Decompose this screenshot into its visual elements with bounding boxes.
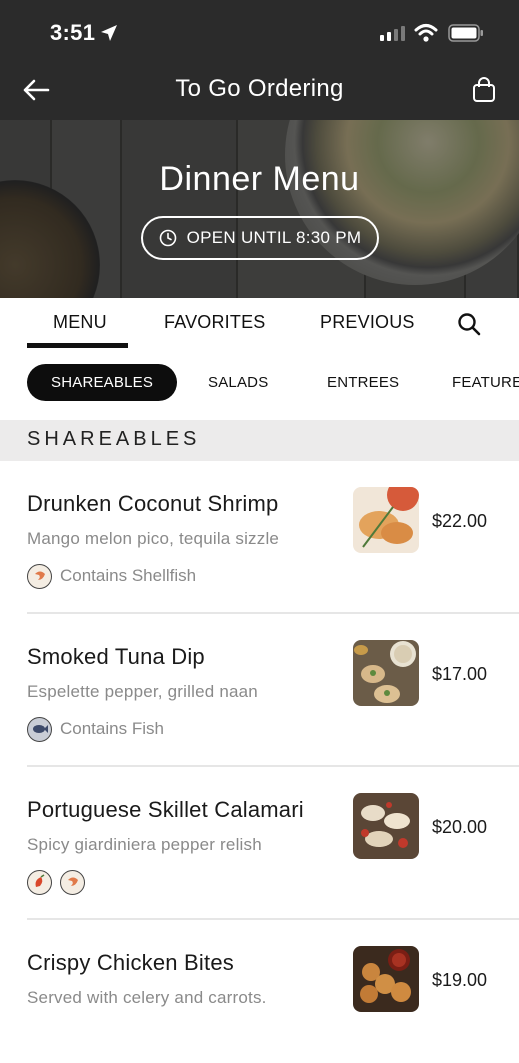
status-time: 3:51	[50, 20, 96, 45]
menu-item[interactable]: Drunken Coconut Shrimp Mango melon pico,…	[0, 461, 519, 614]
tab-menu[interactable]: MENU	[53, 312, 107, 333]
item-description: Spicy giardiniera pepper relish	[27, 835, 262, 854]
item-description: Served with celery and carrots.	[27, 988, 267, 1007]
tab-previous[interactable]: PREVIOUS	[320, 312, 415, 333]
search-icon	[458, 313, 481, 336]
location-arrow-icon	[101, 25, 117, 41]
back-button[interactable]	[18, 72, 54, 108]
item-name: Portuguese Skillet Calamari	[27, 797, 304, 822]
shrimp-icon	[60, 869, 85, 895]
allergen-info: Contains Shellfish	[27, 563, 196, 589]
section-header: SHAREABLES	[0, 420, 519, 461]
fish-icon	[27, 716, 52, 742]
allergen-label: Contains Fish	[60, 719, 164, 738]
search-button[interactable]	[455, 310, 483, 338]
item-description: Mango melon pico, tequila sizzle	[27, 529, 280, 548]
tab-favorites[interactable]: FAVORITES	[164, 312, 266, 333]
category-chip-entrees[interactable]: ENTREES	[327, 364, 399, 401]
menu-title: Dinner Menu	[159, 160, 360, 198]
allergen-label: Contains Shellfish	[60, 566, 197, 585]
cellular-signal-icon	[380, 25, 405, 41]
category-chip-salads[interactable]: SALADS	[208, 364, 268, 401]
item-price: $17.00	[432, 664, 488, 684]
item-name: Smoked Tuna Dip	[27, 644, 205, 669]
shrimp-icon	[27, 563, 52, 589]
item-price: $22.00	[432, 511, 488, 531]
menu-item[interactable]: Smoked Tuna Dip Espelette pepper, grille…	[0, 614, 519, 767]
item-name: Crispy Chicken Bites	[27, 950, 234, 975]
pepper-icon	[27, 869, 52, 895]
menu-item[interactable]: Portuguese Skillet Calamari Spicy giardi…	[0, 767, 519, 920]
item-name: Drunken Coconut Shrimp	[27, 491, 279, 516]
active-tab-indicator	[27, 343, 128, 348]
hours-text: OPEN UNTIL 8:30 PM	[186, 228, 362, 247]
wifi-icon	[414, 24, 438, 42]
item-photo	[353, 640, 419, 706]
item-price: $20.00	[432, 817, 488, 837]
hero-banner: Dinner Menu OPEN UNTIL 8:30 PM	[0, 120, 519, 298]
item-photo	[353, 487, 419, 553]
hours-badge: OPEN UNTIL 8:30 PM	[141, 216, 379, 260]
category-bar: SHAREABLES SALADS ENTREES FEATURE	[0, 352, 519, 420]
item-photo	[353, 946, 419, 1012]
allergen-info	[27, 869, 85, 895]
allergen-info: Contains Fish	[27, 716, 164, 742]
top-bar: 3:51 To Go Ordering	[0, 0, 519, 120]
item-photo	[353, 793, 419, 859]
clock-icon	[159, 229, 176, 247]
page-title: To Go Ordering	[175, 75, 344, 102]
menu-item[interactable]: Crispy Chicken Bites Served with celery …	[0, 920, 519, 1063]
section-title: SHAREABLES	[27, 428, 201, 450]
shopping-bag-icon	[473, 77, 495, 102]
item-price: $19.00	[432, 970, 488, 990]
cart-button[interactable]	[466, 72, 502, 108]
category-chip-shareables[interactable]: SHAREABLES	[27, 364, 178, 401]
arrow-left-icon	[23, 79, 50, 101]
menu-tabs: MENU FAVORITES PREVIOUS	[0, 298, 519, 352]
battery-icon	[448, 24, 483, 42]
category-chip-features[interactable]: FEATURE	[452, 364, 519, 401]
item-description: Espelette pepper, grilled naan	[27, 682, 258, 701]
